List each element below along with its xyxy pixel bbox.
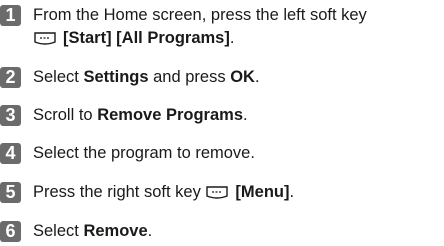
step-text-continued: [Start] [All Programs]. xyxy=(33,28,234,49)
step-text: Select the program to remove. xyxy=(33,144,255,162)
step-number: 5 xyxy=(0,182,21,203)
right-soft-key-icon xyxy=(206,186,229,199)
step-text: From the Home screen, press the left sof… xyxy=(33,6,367,24)
step-number: 1 xyxy=(0,5,21,26)
step-number: 6 xyxy=(0,221,21,242)
step-text: Scroll to Remove Programs. xyxy=(33,106,248,124)
step-text: Select Settings and press OK. xyxy=(33,68,260,86)
step-text: Select Remove. xyxy=(33,222,153,240)
step-number: 4 xyxy=(0,143,21,164)
step-text: Press the right soft key [Menu]. xyxy=(33,183,295,201)
left-soft-key-icon xyxy=(34,32,56,45)
step-number: 3 xyxy=(0,105,21,126)
step-number: 2 xyxy=(0,67,21,88)
